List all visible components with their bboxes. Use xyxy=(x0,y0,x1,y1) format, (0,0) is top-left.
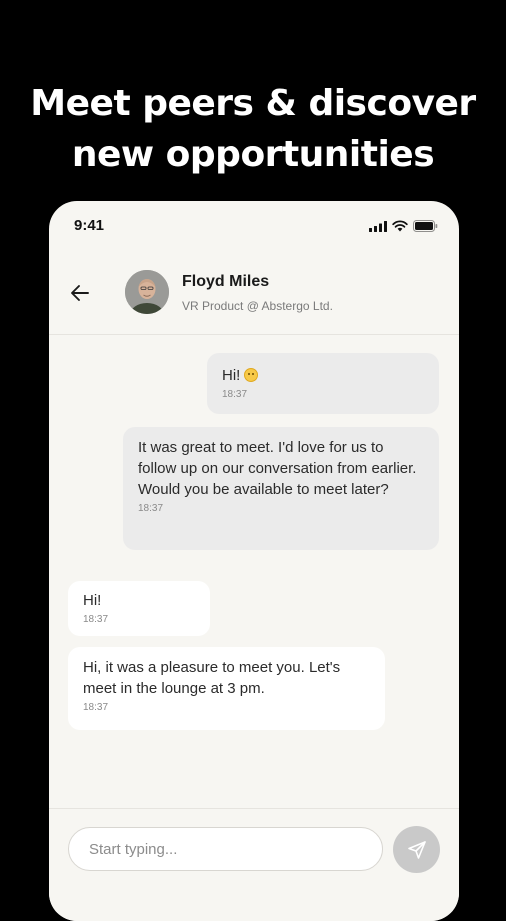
message-text-content: Hi! xyxy=(222,367,241,384)
status-bar: 9:41 xyxy=(49,201,459,251)
headline-line-2: new opportunities xyxy=(71,134,435,175)
headline-line-1: Meet peers & discover xyxy=(30,83,476,124)
smiling-face-emoji-icon xyxy=(244,368,259,382)
message-text: Hi! xyxy=(222,365,424,386)
message-composer xyxy=(49,808,459,921)
chat-header: Floyd Miles VR Product @ Abstergo Ltd. xyxy=(49,261,459,335)
message-text: Hi! xyxy=(83,592,102,609)
contact-role: VR Product @ Abstergo Ltd. xyxy=(182,299,333,313)
contact-name[interactable]: Floyd Miles xyxy=(182,273,269,291)
back-arrow-icon xyxy=(71,285,89,301)
status-time: 9:41 xyxy=(74,217,105,234)
message-text: Hi, it was a pleasure to meet you. Let's… xyxy=(83,659,341,697)
message-time: 18:37 xyxy=(83,702,109,713)
message-time: 18:37 xyxy=(138,503,164,514)
headline: Meet peers & discover new opportunities xyxy=(0,78,506,180)
phone-screen: 9:41 Floyd Miles VR Product @ Abstergo L… xyxy=(49,201,459,921)
send-icon xyxy=(407,840,426,859)
message-bubble-outgoing[interactable]: Hi! 18:37 xyxy=(207,353,439,414)
wifi-icon xyxy=(392,220,408,232)
message-time: 18:37 xyxy=(83,614,109,625)
message-time: 18:37 xyxy=(222,389,248,400)
avatar[interactable] xyxy=(125,270,169,314)
message-bubble-outgoing[interactable]: It was great to meet. I'd love for us to… xyxy=(123,427,439,550)
status-icons xyxy=(369,220,438,232)
message-bubble-incoming[interactable]: Hi! 18:37 xyxy=(68,581,210,636)
back-button[interactable] xyxy=(68,281,92,305)
message-bubble-incoming[interactable]: Hi, it was a pleasure to meet you. Let's… xyxy=(68,647,385,730)
message-input[interactable] xyxy=(68,827,383,871)
send-button[interactable] xyxy=(393,826,440,873)
message-text: It was great to meet. I'd love for us to… xyxy=(138,439,417,498)
avatar-photo xyxy=(125,270,169,314)
signal-icon xyxy=(369,220,387,232)
battery-icon xyxy=(413,220,438,232)
